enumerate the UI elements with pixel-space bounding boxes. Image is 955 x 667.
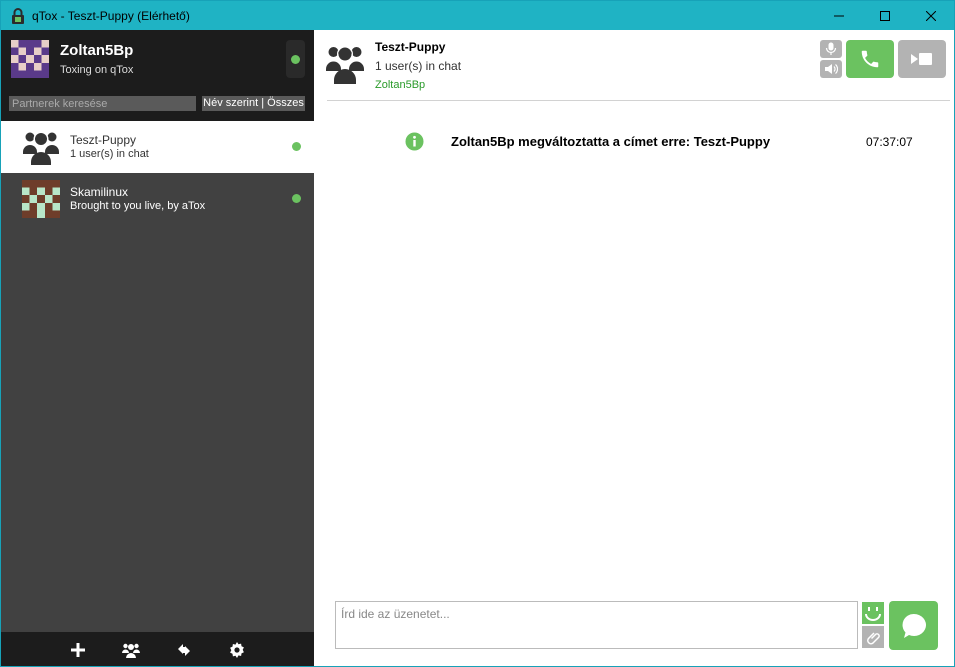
profile-name[interactable]: Zoltan5Bp [60,42,133,59]
add-friend-button[interactable] [52,632,105,666]
phone-icon [861,50,879,68]
mute-speaker-button[interactable] [820,60,842,78]
contact-name: Teszt-Puppy [70,133,137,147]
qtox-lock-icon [12,7,24,24]
file-transfers-icon [178,643,190,656]
system-message-text: Zoltan5Bp megváltoztatta a címet erre: T… [451,134,771,149]
create-group-icon [122,643,140,658]
speaker-icon [825,64,838,74]
group-avatar-icon [23,131,59,165]
profile-avatar[interactable] [11,40,49,78]
audio-call-button[interactable] [846,40,894,78]
window-title: qTox - Teszt-Puppy (Elérhető) [32,8,190,23]
mute-microphone-button[interactable] [820,40,842,58]
microphone-icon [825,42,837,55]
contact-item-teszt-puppy[interactable]: Teszt-Puppy 1 user(s) in chat [1,121,314,173]
sidebar-bottom-bar [1,632,314,666]
profile-status-message[interactable]: Toxing on qTox [60,64,133,76]
header-divider [327,100,950,101]
app-window: qTox - Teszt-Puppy (Elérhető) Zoltan5Bp … [0,0,955,667]
minimize-icon [834,15,844,16]
profile-panel: Zoltan5Bp Toxing on qTox Név szerint | Ö… [1,30,314,121]
close-icon [926,10,936,21]
add-friend-icon [71,642,85,657]
smiley-icon [865,607,881,621]
close-button[interactable] [908,1,954,30]
video-call-button[interactable] [898,40,946,78]
paperclip-icon [867,632,880,645]
online-status-icon [292,142,301,151]
status-selector-button[interactable] [286,40,305,78]
online-status-icon [292,194,301,203]
identicon-avatar [22,180,60,218]
minimize-button[interactable] [816,1,862,30]
maximize-icon [880,10,890,21]
send-message-button[interactable] [889,601,938,650]
message-timestamp: 07:37:07 [866,135,913,149]
contact-name: Skamilinux [70,185,129,199]
contact-search-input[interactable] [9,96,196,111]
chat-user-count: 1 user(s) in chat [375,59,462,73]
title-bar: qTox - Teszt-Puppy (Elérhető) [1,1,954,30]
speech-bubble-icon [902,613,926,638]
chat-member-list[interactable]: Zoltan5Bp [375,79,425,91]
window-controls [816,1,954,30]
create-group-button[interactable] [105,632,158,666]
settings-icon [230,641,244,658]
message-input[interactable] [335,601,858,649]
sidebar: Zoltan5Bp Toxing on qTox Név szerint | Ö… [1,30,314,666]
group-avatar-icon [326,46,364,84]
file-transfers-button[interactable] [158,632,211,666]
contact-status: 1 user(s) in chat [70,148,149,160]
chat-title[interactable]: Teszt-Puppy [375,40,445,54]
video-camera-icon [911,53,932,65]
info-icon [405,132,424,151]
contact-item-skamilinux[interactable]: Skamilinux Brought to you live, by aTox [1,173,314,225]
settings-button[interactable] [211,632,264,666]
online-status-icon [291,54,300,64]
emoji-button[interactable] [862,602,884,624]
system-message: Zoltan5Bp megváltoztatta a címet erre: T… [405,132,925,152]
contact-status: Brought to you live, by aTox [70,200,206,212]
attach-file-button[interactable] [862,626,884,648]
contact-filter-button[interactable]: Név szerint | Összes [202,96,305,111]
maximize-button[interactable] [862,1,908,30]
